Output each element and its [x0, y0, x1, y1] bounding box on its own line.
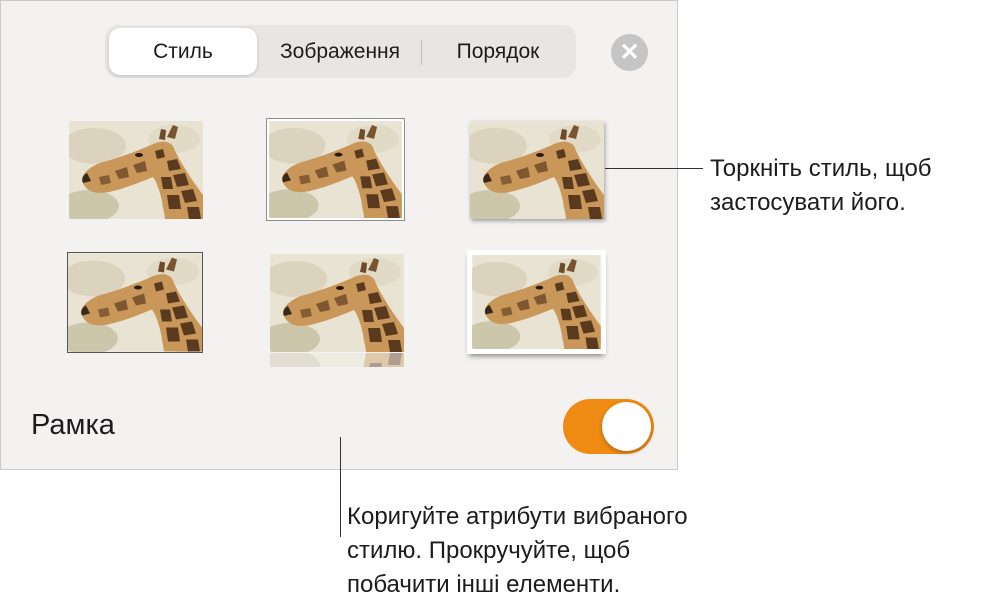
toggle-knob — [602, 402, 651, 451]
style-thumbnail-reflection[interactable] — [270, 254, 404, 352]
style-popover: Стиль Зображення Порядок ✕ Рамка — [0, 0, 678, 470]
callout-adjust-line-3: побачити інші елементи. — [347, 571, 621, 598]
callout-styles-line-2: застосувати його. — [710, 189, 906, 216]
tab-segmented-control: Стиль Зображення Порядок — [105, 25, 576, 78]
giraffe-image-icon — [269, 121, 402, 218]
tab-image[interactable]: Зображення — [261, 28, 419, 75]
tab-divider — [421, 40, 422, 65]
style-thumbnail-plain[interactable] — [69, 121, 203, 219]
giraffe-image-icon — [270, 254, 404, 352]
callout-adjust-line-1: Коригуйте атрибути вибраного — [347, 503, 688, 530]
frame-label: Рамка — [31, 409, 115, 441]
giraffe-image-icon — [68, 253, 202, 352]
tab-style[interactable]: Стиль — [109, 28, 257, 75]
callout-styles-line-1: Торкніть стиль, щоб — [710, 155, 932, 182]
style-thumbnail-thin-dark-border[interactable] — [67, 252, 203, 353]
style-thumbnail-drop-shadow[interactable] — [470, 121, 604, 219]
callout-adjust-line-2: стилю. Прокручуйте, щоб — [347, 537, 631, 564]
callout-adjust: Коригуйте атрибути вибраного стилю. Прок… — [347, 500, 688, 602]
giraffe-image-icon — [470, 121, 604, 219]
callout-leader-styles — [605, 168, 703, 169]
close-button[interactable]: ✕ — [611, 34, 648, 71]
giraffe-image-icon — [69, 121, 203, 219]
callout-styles: Торкніть стиль, щоб застосувати його. — [710, 152, 932, 220]
close-icon: ✕ — [619, 39, 640, 66]
giraffe-image-icon — [472, 255, 601, 349]
callout-leader-adjust — [340, 437, 341, 537]
frame-toggle[interactable] — [563, 399, 654, 454]
style-thumbnail-thin-gray-border[interactable] — [266, 118, 405, 221]
reflection-image — [270, 353, 404, 367]
style-thumbnail-white-frame[interactable] — [467, 250, 606, 354]
tab-arrange[interactable]: Порядок — [423, 28, 573, 75]
